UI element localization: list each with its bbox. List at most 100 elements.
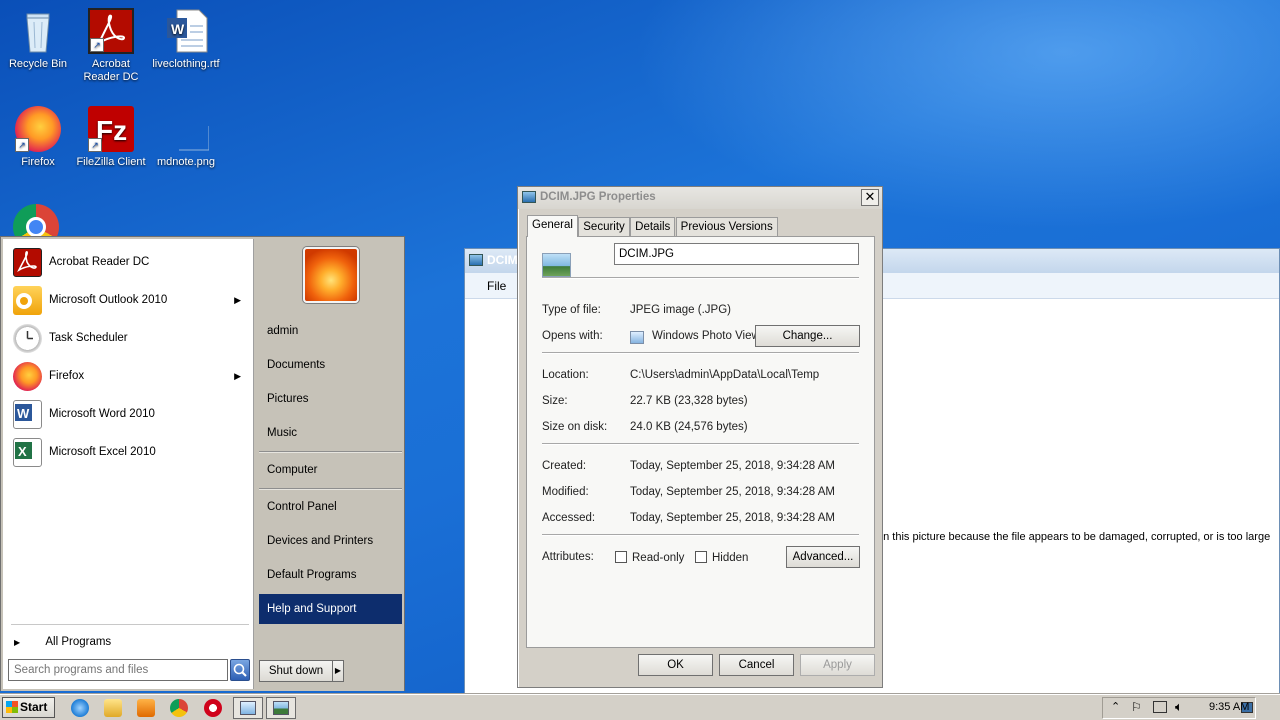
divider (259, 451, 402, 453)
close-button[interactable]: ✕ (861, 189, 879, 206)
program-item-firefox[interactable]: Firefox ▶ (11, 358, 249, 394)
network-icon[interactable] (1153, 701, 1167, 713)
chrome-icon[interactable] (170, 699, 188, 717)
program-item-word[interactable]: W Microsoft Word 2010 (11, 396, 249, 432)
volume-icon[interactable]: 🔈︎ (1175, 699, 1183, 715)
start-button[interactable]: Start (2, 697, 55, 718)
tab-previous-versions[interactable]: Previous Versions (675, 217, 778, 237)
desktop-icon-label: mdnote.png (156, 156, 216, 168)
media-player-icon[interactable] (137, 699, 155, 717)
taskbar: Start ⌃ ⚐ 🔈︎ 9:35 AM (0, 694, 1280, 720)
tab-security[interactable]: Security (578, 217, 630, 237)
program-item-excel[interactable]: X Microsoft Excel 2010 (11, 434, 249, 470)
filezilla-icon: Fz ↗ (88, 106, 134, 152)
filename-input[interactable] (614, 243, 859, 265)
desktop-icon-firefox[interactable]: ↗ Firefox (0, 106, 76, 169)
desktop-icon-filezilla[interactable]: Fz ↗ FileZilla Client (73, 106, 149, 169)
window-icon (240, 701, 256, 715)
clock-icon (13, 324, 42, 353)
acrobat-icon: ↗ (88, 8, 134, 54)
start-menu[interactable]: Acrobat Reader DC Microsoft Outlook 2010… (0, 236, 405, 691)
taskbar-button-photo-viewer[interactable] (266, 697, 296, 719)
desktop-icon-acrobat[interactable]: ↗ Acrobat Reader DC (73, 8, 149, 84)
submenu-arrow-icon: ▶ (234, 371, 241, 381)
image-file-icon (522, 191, 536, 203)
apply-button[interactable]: Apply (800, 654, 875, 676)
photo-viewer-icon (630, 331, 644, 344)
opens-with-row: Opens with: Windows Photo Viewer (542, 330, 770, 344)
tab-general[interactable]: General (527, 215, 578, 237)
cancel-button[interactable]: Cancel (719, 654, 794, 676)
taskbar-button-properties[interactable] (233, 697, 263, 719)
desktop-icon-liveclothing[interactable]: W liveclothing.rtf (148, 8, 224, 71)
photo-viewer-icon (273, 701, 289, 715)
size-label: Size: (542, 395, 568, 407)
opens-with-label: Opens with: (542, 330, 603, 342)
tab-bar: General Security Details Previous Versio… (527, 215, 778, 237)
hidden-label: Hidden (712, 552, 749, 564)
desktop-icon-mdnote[interactable]: mdnote.png (148, 106, 224, 169)
divider (542, 277, 859, 279)
photo-viewer-app-icon (469, 254, 483, 266)
firefox-icon: ↗ (15, 106, 61, 152)
search-input[interactable] (8, 659, 228, 681)
place-pictures[interactable]: Pictures (259, 384, 402, 414)
hidden-checkbox[interactable] (695, 551, 707, 563)
place-documents[interactable]: Documents (259, 350, 402, 380)
divider (542, 352, 859, 354)
svg-text:X: X (18, 444, 27, 459)
place-computer[interactable]: Computer (259, 455, 402, 485)
properties-titlebar[interactable]: DCIM.JPG Properties ✕ (518, 187, 882, 209)
place-admin[interactable]: admin (259, 316, 402, 346)
windows-logo-icon (6, 701, 18, 713)
place-default-programs[interactable]: Default Programs (259, 560, 402, 590)
program-label: Task Scheduler (49, 332, 128, 344)
type-label: Type of file: (542, 304, 601, 316)
readonly-checkbox[interactable] (615, 551, 627, 563)
size-value: 22.7 KB (23,328 bytes) (630, 395, 748, 407)
place-devices-and-printers[interactable]: Devices and Printers (259, 526, 402, 556)
change-button[interactable]: Change... (755, 325, 860, 347)
action-center-flag-icon[interactable]: ⚐ (1131, 700, 1142, 714)
word-icon: W (13, 400, 42, 429)
start-menu-programs-pane: Acrobat Reader DC Microsoft Outlook 2010… (3, 239, 254, 689)
opera-icon[interactable] (204, 699, 222, 717)
photo-viewer-title: DCIM (487, 253, 518, 267)
properties-dialog[interactable]: DCIM.JPG Properties ✕ General Security D… (517, 186, 883, 688)
internet-explorer-icon[interactable] (71, 699, 89, 717)
ok-button[interactable]: OK (638, 654, 713, 676)
desktop-icon-label: liveclothing.rtf (152, 58, 220, 70)
taskbar-clock[interactable]: 9:35 AM (1209, 701, 1249, 713)
all-programs-button[interactable]: ▶ All Programs (11, 631, 249, 653)
search-button[interactable] (230, 659, 250, 681)
file-explorer-icon[interactable] (104, 699, 122, 717)
image-file-icon (163, 106, 210, 152)
user-avatar[interactable] (303, 247, 359, 303)
program-item-outlook[interactable]: Microsoft Outlook 2010 ▶ (11, 282, 249, 318)
place-help-and-support[interactable]: Help and Support (259, 594, 402, 624)
program-item-acrobat[interactable]: Acrobat Reader DC (11, 244, 249, 280)
place-music[interactable]: Music (259, 418, 402, 448)
excel-icon: X (13, 438, 42, 467)
divider (542, 443, 859, 445)
size-row: Size: 22.7 KB (23,328 bytes) (542, 395, 748, 407)
desktop-icon-label: FileZilla Client (76, 156, 146, 168)
accessed-row: Accessed: Today, September 25, 2018, 9:3… (542, 512, 835, 524)
advanced-button[interactable]: Advanced... (786, 546, 860, 568)
shutdown-button[interactable]: Shut down (259, 660, 333, 682)
tab-details[interactable]: Details (630, 217, 676, 237)
created-label: Created: (542, 460, 587, 472)
search-icon (233, 663, 247, 677)
show-hidden-icons-icon[interactable]: ⌃ (1111, 700, 1120, 713)
expand-arrow-icon: ▶ (14, 638, 21, 647)
start-menu-places-pane: admin Documents Pictures Music Computer … (255, 239, 404, 689)
created-value: Today, September 25, 2018, 9:34:28 AM (630, 460, 836, 472)
dialog-title: DCIM.JPG Properties (540, 191, 656, 203)
shutdown-options-button[interactable]: ▶ (332, 660, 344, 682)
program-item-task-scheduler[interactable]: Task Scheduler (11, 320, 249, 356)
menu-file[interactable]: File (487, 279, 506, 293)
place-control-panel[interactable]: Control Panel (259, 492, 402, 522)
anyrun-watermark: ANY RUN (1038, 608, 1267, 657)
location-label: Location: (542, 369, 589, 381)
desktop-icon-recycle-bin[interactable]: Recycle Bin (0, 8, 76, 71)
